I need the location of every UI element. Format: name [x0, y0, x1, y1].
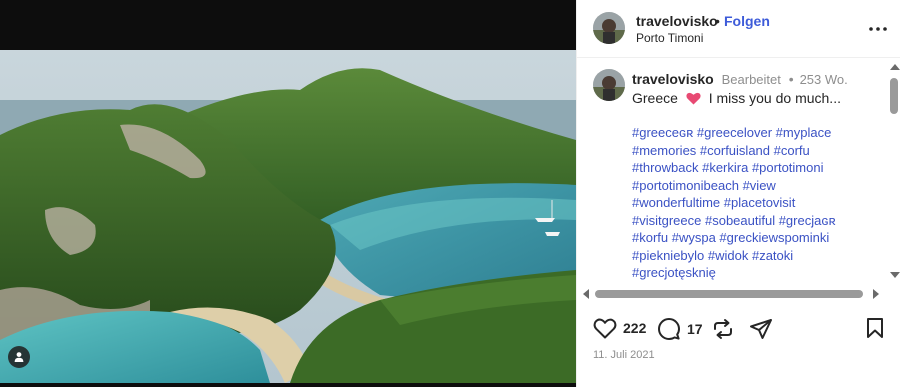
more-options-button[interactable] — [869, 20, 887, 38]
like-count[interactable]: 222 — [623, 320, 646, 336]
hashtag-line[interactable]: #piekniebylo #widok #zatoki — [632, 247, 877, 265]
avatar[interactable] — [593, 12, 625, 44]
repost-button[interactable] — [711, 317, 735, 341]
horizontal-scrollbar[interactable] — [581, 287, 881, 301]
hashtag-line[interactable]: #grecjotęsknię — [632, 264, 877, 282]
repost-icon — [714, 319, 732, 339]
scroll-left-arrow-icon[interactable] — [583, 289, 589, 299]
edited-label: Bearbeitet — [721, 72, 781, 87]
scroll-right-arrow-icon[interactable] — [873, 289, 879, 299]
post-header: travelovisko • Folgen Porto Timoni — [577, 0, 900, 58]
vertical-scroll-thumb[interactable] — [890, 78, 898, 114]
heart-emoji-icon — [686, 92, 701, 108]
horizontal-scroll-thumb[interactable] — [595, 290, 863, 298]
caption-text: Greece I miss you do much... — [632, 90, 841, 108]
caption-text-start: Greece — [632, 90, 678, 106]
caption-header: travelovisko Bearbeitet • 253 Wo. — [632, 71, 848, 87]
tagged-users-button[interactable] — [8, 346, 30, 368]
post-age[interactable]: 253 Wo. — [800, 72, 848, 87]
caption-text-end: I miss you do much... — [708, 90, 841, 106]
post-photo — [0, 50, 576, 383]
scroll-down-arrow-icon[interactable] — [890, 272, 900, 278]
post-media[interactable] — [0, 0, 576, 387]
location-link[interactable]: Porto Timoni — [636, 31, 703, 45]
person-icon — [14, 352, 24, 362]
paper-plane-icon — [750, 319, 772, 339]
post-details-panel: travelovisko • Folgen Porto Timoni trave… — [576, 0, 900, 387]
hashtag-line[interactable]: #wonderfultime #placetovisit — [632, 194, 877, 212]
bookmark-icon — [867, 318, 883, 338]
hashtag-line[interactable]: #visitgreece #sobeautiful #grecjaɢʀ — [632, 212, 877, 230]
scroll-up-arrow-icon[interactable] — [890, 64, 900, 70]
caption-avatar[interactable] — [593, 69, 625, 101]
heart-icon — [593, 318, 617, 339]
caption-username[interactable]: travelovisko — [632, 71, 714, 87]
comment-icon — [658, 318, 680, 340]
hashtag-line[interactable]: #greeceɢʀ #greecelover #myplace — [632, 124, 877, 142]
like-button[interactable]: 222 — [593, 317, 646, 339]
more-horizontal-icon — [869, 27, 887, 31]
post-actions: 222 17 — [577, 312, 900, 346]
share-button[interactable] — [749, 317, 773, 341]
hashtag-line[interactable]: #korfu #wyspa #greckiewspominki — [632, 229, 877, 247]
separator-dot: • — [788, 71, 794, 87]
save-button[interactable] — [865, 317, 885, 339]
comment-button[interactable]: 17 — [657, 317, 703, 341]
comment-count[interactable]: 17 — [687, 321, 703, 337]
vertical-scrollbar[interactable] — [887, 62, 900, 280]
follow-button[interactable]: Folgen — [724, 13, 770, 29]
hashtag-line[interactable]: #memories #corfuisland #corfu — [632, 142, 877, 160]
hashtag-line[interactable]: #portotimonibeach #view — [632, 177, 877, 195]
separator-dot: • — [715, 13, 720, 29]
hashtag-line[interactable]: #throwback #kerkira #portotimoni — [632, 159, 877, 177]
caption-area[interactable]: travelovisko Bearbeitet • 253 Wo. Greece… — [577, 59, 900, 304]
hashtag-list: #greeceɢʀ #greecelover #myplace #memorie… — [632, 124, 877, 282]
author-username[interactable]: travelovisko — [636, 13, 718, 29]
post-date[interactable]: 11. Juli 2021 — [593, 349, 655, 361]
